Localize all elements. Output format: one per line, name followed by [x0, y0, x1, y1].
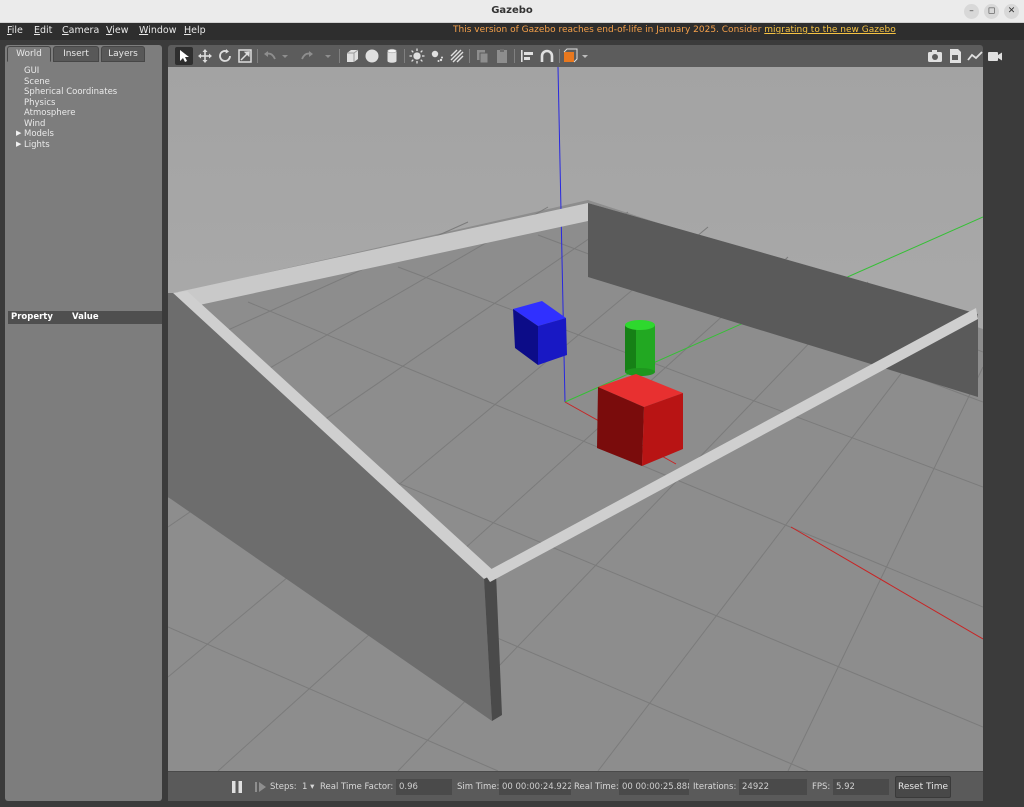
- window-titlebar: Gazebo – ◻ ✕: [0, 0, 1024, 23]
- eol-notice-text: This version of Gazebo reaches end-of-li…: [453, 25, 765, 35]
- property-table-header: Property Value: [8, 311, 162, 324]
- tree-item-scene[interactable]: Scene: [24, 77, 50, 87]
- red-box-model[interactable]: [597, 374, 683, 466]
- expand-arrow-icon[interactable]: ▶: [16, 140, 21, 148]
- redo-icon[interactable]: [298, 47, 316, 65]
- property-column-header: Property: [11, 312, 53, 322]
- redo-history-icon[interactable]: [323, 47, 333, 65]
- steps-value: 1: [302, 782, 308, 792]
- change-view-dropdown-icon[interactable]: [580, 47, 590, 65]
- spot-light-icon[interactable]: [428, 47, 446, 65]
- screenshot-icon[interactable]: [926, 47, 944, 65]
- video-record-icon[interactable]: [986, 47, 1004, 65]
- iterations-field: 24922: [739, 779, 807, 795]
- directional-light-icon[interactable]: [448, 47, 466, 65]
- steps-label: Steps:: [270, 782, 297, 792]
- toolbar-separator: [514, 49, 515, 63]
- tree-item-lights[interactable]: ▶ Lights: [16, 140, 50, 150]
- steps-dropdown-icon[interactable]: ▾: [310, 782, 314, 792]
- select-mode-icon[interactable]: [175, 47, 193, 65]
- fps-label: FPS:: [812, 782, 831, 792]
- pause-icon[interactable]: [228, 778, 246, 796]
- toolbar: [168, 45, 983, 67]
- real-time-label: Real Time:: [574, 782, 619, 792]
- eol-migration-link[interactable]: migrating to the new Gazebo: [764, 25, 895, 35]
- value-column-header: Value: [72, 312, 99, 322]
- undo-history-icon[interactable]: [280, 47, 290, 65]
- fps-field: 5.92: [833, 779, 889, 795]
- toolbar-separator: [469, 49, 470, 63]
- left-panel: World Insert Layers GUI Scene Spherical …: [5, 45, 162, 801]
- real-time-field: 00 00:00:25.888: [619, 779, 689, 795]
- box-icon[interactable]: [343, 47, 361, 65]
- toolbar-separator: [257, 49, 258, 63]
- point-light-icon[interactable]: [408, 47, 426, 65]
- sphere-icon[interactable]: [363, 47, 381, 65]
- window-title: Gazebo: [491, 5, 533, 16]
- align-icon[interactable]: [518, 47, 536, 65]
- eol-notice: This version of Gazebo reaches end-of-li…: [453, 25, 896, 35]
- real-time-factor-label: Real Time Factor:: [320, 782, 394, 792]
- scene-viewport[interactable]: [168, 67, 983, 771]
- tab-insert[interactable]: Insert: [53, 46, 99, 62]
- menu-bar: File Edit Camera View Window Help This v…: [0, 23, 1024, 40]
- tree-item-label: Wind: [24, 119, 46, 129]
- toolbar-separator: [559, 49, 560, 63]
- tree-item-label: Physics: [24, 98, 56, 108]
- tree-item-gui[interactable]: GUI: [24, 66, 39, 76]
- close-button[interactable]: ✕: [1004, 4, 1019, 19]
- translate-mode-icon[interactable]: [196, 47, 214, 65]
- toolbar-separator: [404, 49, 405, 63]
- right-edge-strip: [983, 45, 1024, 771]
- tree-item-label: Scene: [24, 77, 50, 87]
- tree-item-label: GUI: [24, 66, 40, 76]
- copy-icon[interactable]: [473, 47, 491, 65]
- reset-time-button[interactable]: Reset Time: [895, 776, 951, 798]
- menu-file[interactable]: File: [7, 25, 23, 36]
- tree-item-wind[interactable]: Wind: [24, 119, 45, 129]
- menu-edit[interactable]: Edit: [34, 25, 52, 36]
- change-view-icon[interactable]: [561, 47, 579, 65]
- menu-camera[interactable]: Camera: [62, 25, 99, 36]
- scale-mode-icon[interactable]: [236, 47, 254, 65]
- sim-time-label: Sim Time:: [457, 782, 500, 792]
- expand-arrow-icon[interactable]: ▶: [16, 129, 21, 137]
- tree-item-label: Atmosphere: [24, 108, 76, 118]
- menu-help[interactable]: Help: [184, 25, 206, 36]
- cylinder-icon[interactable]: [383, 47, 401, 65]
- rotate-mode-icon[interactable]: [216, 47, 234, 65]
- tree-item-physics[interactable]: Physics: [24, 98, 55, 108]
- tree-item-atmosphere[interactable]: Atmosphere: [24, 108, 75, 118]
- tree-item-models[interactable]: ▶ Models: [16, 129, 54, 139]
- step-icon[interactable]: [252, 778, 270, 796]
- green-cylinder-model[interactable]: [625, 320, 655, 376]
- tab-layers[interactable]: Layers: [101, 46, 145, 62]
- tree-item-label: Models: [24, 129, 54, 139]
- undo-icon[interactable]: [261, 47, 279, 65]
- scene-render: [168, 67, 983, 771]
- log-icon[interactable]: [946, 47, 964, 65]
- maximize-button[interactable]: ◻: [984, 4, 999, 19]
- toolbar-separator: [339, 49, 340, 63]
- tree-item-label: Lights: [24, 140, 50, 150]
- sim-time-field: 00 00:00:24.922: [499, 779, 571, 795]
- paste-icon[interactable]: [493, 47, 511, 65]
- tree-item-spherical-coordinates[interactable]: Spherical Coordinates: [24, 87, 117, 97]
- simulation-control-bar: Steps: 1 ▾ Real Time Factor: 0.96 Sim Ti…: [168, 771, 983, 801]
- minimize-button[interactable]: –: [964, 4, 979, 19]
- tree-item-label: Spherical Coordinates: [24, 87, 118, 97]
- real-time-factor-field: 0.96: [396, 779, 452, 795]
- snap-icon[interactable]: [538, 47, 556, 65]
- tab-world[interactable]: World: [7, 46, 51, 62]
- plot-icon[interactable]: [966, 47, 984, 65]
- steps-spinbox[interactable]: 1 ▾: [302, 782, 314, 792]
- menu-view[interactable]: View: [106, 25, 129, 36]
- iterations-label: Iterations:: [693, 782, 737, 792]
- menu-window[interactable]: Window: [139, 25, 176, 36]
